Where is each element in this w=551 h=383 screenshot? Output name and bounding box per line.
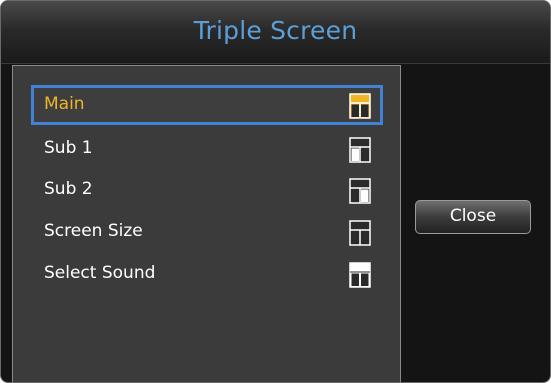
menu-panel: Main Sub 1 Sub 2 Screen Size Select Soun… <box>12 65 401 382</box>
triple-screen-dialog: Triple Screen Main Sub 1 Sub 2 Screen Si… <box>0 0 551 383</box>
layout-sub2-highlight-icon <box>349 178 371 204</box>
dialog-title: Triple Screen <box>193 16 358 45</box>
close-button[interactable]: Close <box>415 200 531 234</box>
layout-screen-size-icon <box>349 220 371 246</box>
layout-main-highlight-icon <box>349 93 371 119</box>
menu-item-screen-size[interactable]: Screen Size <box>31 212 383 252</box>
title-bar: Triple Screen <box>1 1 550 64</box>
menu-item-label: Main <box>44 94 85 114</box>
menu-item-label: Sub 2 <box>44 179 93 199</box>
menu-item-label: Sub 1 <box>44 138 93 158</box>
layout-select-sound-icon <box>349 262 371 288</box>
menu-item-sub2[interactable]: Sub 2 <box>31 170 383 210</box>
layout-sub1-highlight-icon <box>349 137 371 163</box>
menu-item-select-sound[interactable]: Select Sound <box>31 254 383 294</box>
menu-item-main[interactable]: Main <box>31 85 383 125</box>
menu-item-label: Select Sound <box>44 263 156 283</box>
menu-item-sub1[interactable]: Sub 1 <box>31 129 383 169</box>
menu-item-label: Screen Size <box>44 221 143 241</box>
